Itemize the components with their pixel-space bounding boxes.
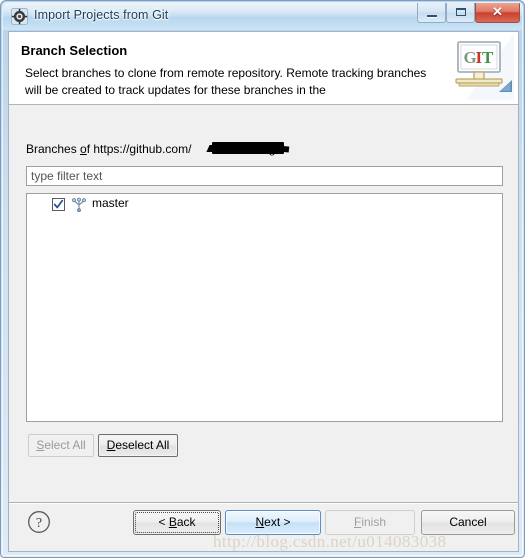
wizard-header: Branch Selection Select branches to clon… [9, 32, 518, 105]
branches-label-mnemonic: o [80, 142, 87, 156]
next-button[interactable]: Next > [225, 510, 321, 535]
cancel-button-label: Cancel [449, 515, 487, 529]
select-all-button[interactable]: Select All [28, 434, 94, 457]
git-import-icon [11, 8, 28, 25]
minimize-button[interactable] [417, 3, 446, 23]
svg-text:?: ? [36, 516, 42, 531]
select-all-label: elect All [44, 438, 86, 452]
redacted-url-bar [212, 142, 284, 154]
page-title: Branch Selection [21, 43, 128, 58]
deselect-all-label: eselect All [115, 438, 170, 452]
branch-label: master [92, 196, 129, 210]
branches-label-url: f https://github.com/ [86, 142, 192, 156]
page-description: Select branches to clone from remote rep… [25, 66, 427, 97]
deselect-all-button[interactable]: Deselect All [98, 434, 178, 457]
finish-button-label: Finish [353, 515, 387, 529]
branch-checkbox[interactable] [52, 198, 65, 211]
cancel-button[interactable]: Cancel [421, 510, 515, 535]
branch-tree-panel[interactable]: master [26, 193, 503, 422]
filter-input[interactable] [26, 166, 503, 186]
tree-row[interactable]: master [27, 194, 502, 214]
next-button-label: Next > [255, 515, 291, 529]
finish-button[interactable]: Finish [325, 510, 415, 535]
close-button[interactable]: ✕ [475, 3, 520, 23]
branches-label-prefix: Branches [26, 142, 81, 156]
git-logo: G I T [442, 34, 514, 100]
window-title: Import Projects from Git [34, 8, 169, 22]
dialog-client-area: Branch Selection Select branches to clon… [8, 31, 519, 552]
maximize-button[interactable] [446, 3, 475, 23]
dialog-window: Import Projects from Git ✕ Branch Select… [0, 0, 525, 558]
svg-text:T: T [482, 48, 494, 67]
title-bar[interactable]: Import Projects from Git ✕ [3, 3, 522, 30]
maximize-icon [456, 8, 466, 16]
help-icon[interactable]: ? [27, 510, 51, 534]
back-button[interactable]: < Back [133, 510, 221, 535]
minimize-icon [427, 15, 437, 17]
close-icon: ✕ [492, 4, 503, 19]
branch-icon [71, 197, 87, 213]
focus-ring [135, 512, 219, 533]
